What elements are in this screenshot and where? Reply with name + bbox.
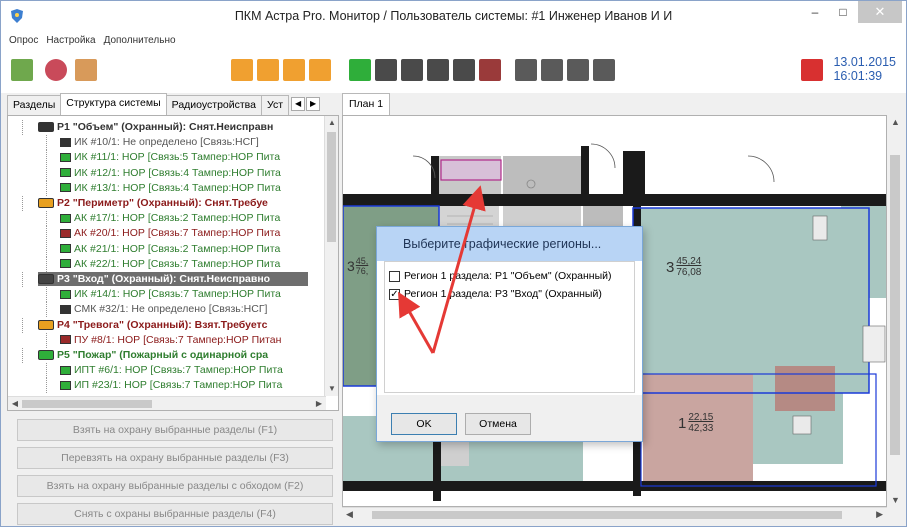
arrow-to-region — [431, 185, 486, 354]
annotation-arrows — [398, 185, 486, 354]
arrow-to-checkbox — [398, 291, 435, 354]
main-window: ПКМ Астра Pro. Монитор / Пользователь си… — [0, 0, 907, 527]
